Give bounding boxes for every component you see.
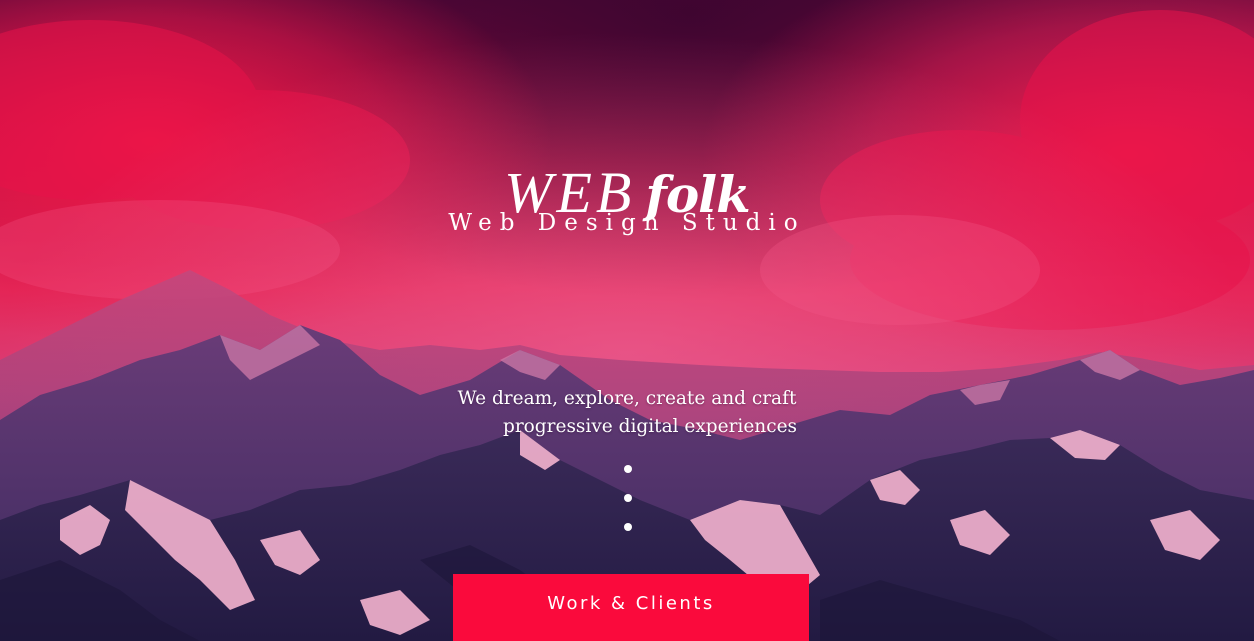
scroll-indicator-dot-icon xyxy=(624,494,632,502)
scroll-indicator-dot-icon xyxy=(624,465,632,473)
brand-tagline: Web Design Studio xyxy=(448,210,806,236)
scroll-indicator xyxy=(624,465,633,552)
hero-description-line-2: progressive digital experiences xyxy=(502,415,798,437)
hero-section: WEB folk Web Design Studio We dream, expl… xyxy=(0,0,1254,641)
scroll-indicator-dot-icon xyxy=(624,523,632,531)
hero-description-line-1: We dream, explore, create and craft xyxy=(457,387,797,409)
hero-description: We dream, explore, create and craft prog… xyxy=(0,385,1254,441)
work-and-clients-button[interactable]: Work & Clients xyxy=(453,574,809,641)
